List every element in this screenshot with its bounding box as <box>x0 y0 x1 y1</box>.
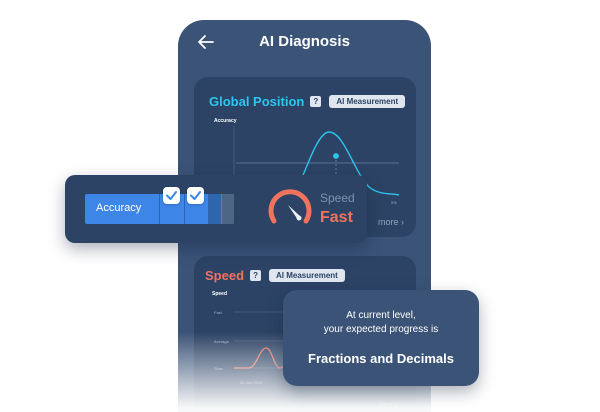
speed-gauge-icon <box>268 189 312 224</box>
speed-overlay-panel: Accuracy Speed Fast <box>65 175 367 243</box>
accuracy-bar[interactable]: Accuracy <box>85 194 234 224</box>
check-icon[interactable] <box>187 187 204 204</box>
accuracy-label: Accuracy <box>96 202 142 214</box>
accuracy-segment-4 <box>222 194 234 224</box>
x-tick-label: 0% <box>391 200 397 205</box>
more-link[interactable]: more › <box>378 217 404 227</box>
check-icon[interactable] <box>163 187 180 204</box>
position-marker <box>332 152 340 160</box>
app-header: AI Diagnosis <box>178 20 431 64</box>
more-label: more <box>377 217 399 227</box>
gauge-track <box>268 189 312 224</box>
speed-label: Speed <box>320 191 355 205</box>
expected-topic: Fractions and Decimals <box>308 351 454 366</box>
gauge-hub <box>296 215 302 221</box>
progress-text-line1: At current level, <box>346 310 416 321</box>
expected-progress-bubble: At current level, your expected progress… <box>283 290 479 386</box>
accuracy-segment-3 <box>208 194 221 224</box>
speed-value: Fast <box>320 209 353 226</box>
progress-text-line2: your expected progress is <box>323 324 439 335</box>
page-title: AI Diagnosis <box>259 33 350 50</box>
